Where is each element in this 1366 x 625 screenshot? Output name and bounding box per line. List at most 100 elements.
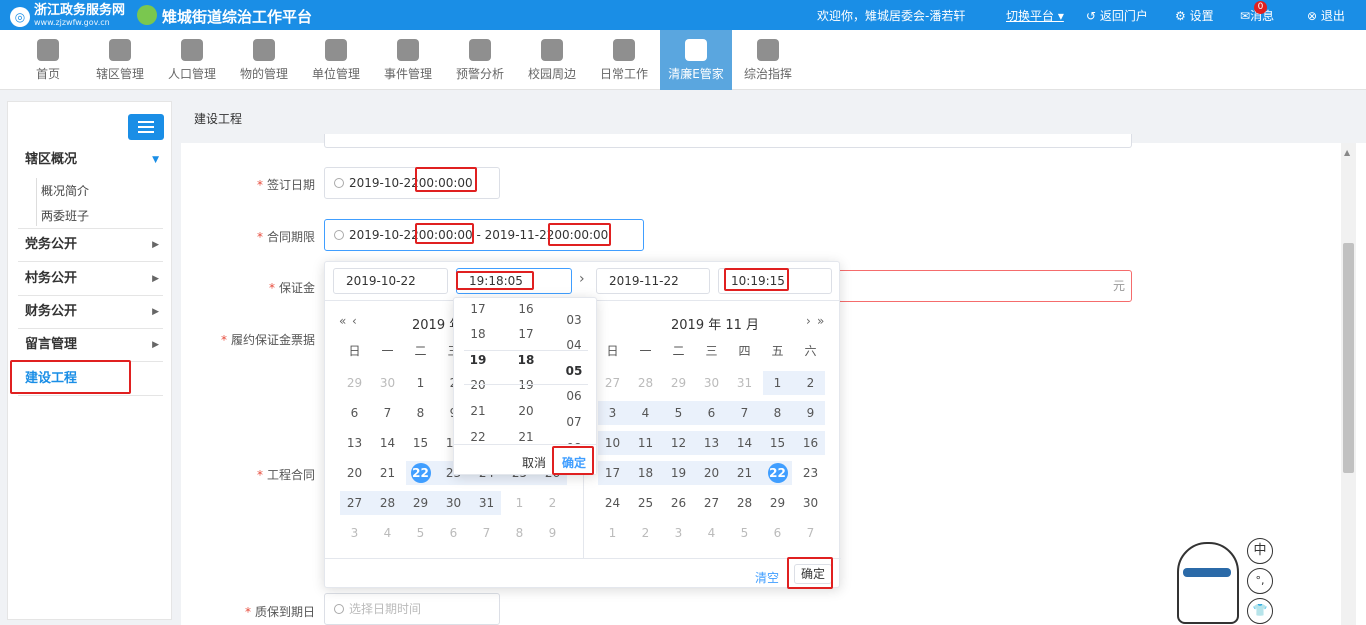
nav-item-population[interactable]: 人口管理	[156, 30, 228, 90]
calendar-day-cell[interactable]: 9	[536, 518, 569, 548]
calendar-day-cell[interactable]: 28	[629, 368, 662, 398]
calendar-day-cell[interactable]: 6	[761, 518, 794, 548]
calendar-day-cell[interactable]: 3	[596, 398, 629, 428]
calendar-day-cell[interactable]: 1	[503, 488, 536, 518]
calendar-day-cell[interactable]: 31	[470, 488, 503, 518]
sidebar-item-intro[interactable]: 概况简介	[41, 182, 89, 199]
scrollbar-thumb[interactable]	[1343, 243, 1354, 473]
time-option[interactable]: 05	[550, 364, 598, 378]
calendar-day-cell[interactable]: 27	[338, 488, 371, 518]
time-cancel-button[interactable]: 取消	[522, 454, 546, 471]
shirt-icon[interactable]: 👕	[1247, 598, 1273, 624]
nav-item-units[interactable]: 单位管理	[300, 30, 372, 90]
time-option[interactable]: 18	[502, 353, 550, 367]
time-option[interactable]: 03	[550, 313, 598, 327]
time-option[interactable]: 21	[502, 430, 550, 444]
warranty-date-input[interactable]: 选择日期时间	[324, 593, 500, 625]
calendar-day-cell[interactable]: 23	[794, 458, 827, 488]
calendar-day-cell[interactable]: 14	[371, 428, 404, 458]
nav-item-events[interactable]: 事件管理	[372, 30, 444, 90]
time-option[interactable]: 06	[550, 389, 598, 403]
nav-item-district[interactable]: 辖区管理	[84, 30, 156, 90]
sidebar-group-overview[interactable]: 辖区概况 ▼	[18, 143, 163, 177]
end-date-input[interactable]: 2019-11-22	[596, 268, 710, 294]
calendar-day-cell[interactable]: 29	[761, 488, 794, 518]
calendar-day-cell[interactable]: 31	[728, 368, 761, 398]
calendar-day-cell[interactable]: 14	[728, 428, 761, 458]
calendar-day-cell[interactable]: 1	[596, 518, 629, 548]
next-year-icon[interactable]: »	[817, 314, 824, 328]
calendar-day-cell[interactable]: 3	[338, 518, 371, 548]
calendar-day-cell[interactable]: 30	[695, 368, 728, 398]
calendar-day-cell[interactable]: 13	[695, 428, 728, 458]
prev-year-icon[interactable]: «	[339, 314, 346, 328]
calendar-day-cell[interactable]: 16	[794, 428, 827, 458]
calendar-day-cell[interactable]: 30	[437, 488, 470, 518]
calendar-day-cell[interactable]: 19	[662, 458, 695, 488]
calendar-day-cell[interactable]: 7	[470, 518, 503, 548]
calendar-day-cell[interactable]: 15	[761, 428, 794, 458]
calendar-day-cell[interactable]: 22	[404, 458, 437, 488]
next-month-icon[interactable]: ›	[806, 314, 811, 328]
time-option[interactable]: 16	[502, 302, 550, 316]
back-portal-button[interactable]: ↺ 返回门户	[1086, 7, 1148, 24]
nav-item-command[interactable]: 综治指挥	[732, 30, 804, 90]
calendar-day-cell[interactable]: 5	[404, 518, 437, 548]
calendar-day-cell[interactable]: 22	[761, 458, 794, 488]
calendar-day-cell[interactable]: 20	[338, 458, 371, 488]
calendar-day-cell[interactable]: 12	[662, 428, 695, 458]
time-option[interactable]: 07	[550, 415, 598, 429]
menu-toggle-button[interactable]	[128, 114, 164, 140]
calendar-day-cell[interactable]: 8	[761, 398, 794, 428]
mascot-widget[interactable]: 中 °, 👕	[1175, 530, 1285, 625]
sidebar-item-committee[interactable]: 两委班子	[41, 207, 89, 224]
calendar-day-cell[interactable]: 29	[662, 368, 695, 398]
site-logo[interactable]: ◎ 浙江政务服务网 www.zjzwfw.gov.cn	[10, 4, 125, 29]
calendar-day-cell[interactable]: 8	[404, 398, 437, 428]
time-option[interactable]: 21	[454, 404, 502, 418]
scroll-up-icon[interactable]: ▲	[1344, 148, 1350, 157]
calendar-day-cell[interactable]: 6	[338, 398, 371, 428]
settings-button[interactable]: ⚙ 设置	[1175, 7, 1214, 24]
calendar-day-cell[interactable]: 7	[794, 518, 827, 548]
sidebar-group-messages[interactable]: 留言管理 ▶	[18, 328, 163, 362]
calendar-day-cell[interactable]: 2	[794, 368, 827, 398]
nav-item-warning[interactable]: 预警分析	[444, 30, 516, 90]
calendar-day-cell[interactable]: 29	[338, 368, 371, 398]
calendar-day-cell[interactable]: 6	[437, 518, 470, 548]
calendar-day-cell[interactable]: 4	[371, 518, 404, 548]
clear-button[interactable]: 清空	[755, 569, 779, 586]
calendar-day-cell[interactable]: 5	[728, 518, 761, 548]
calendar-day-cell[interactable]: 28	[728, 488, 761, 518]
time-option[interactable]: 20	[454, 378, 502, 392]
calendar-day-cell[interactable]: 21	[371, 458, 404, 488]
calendar-day-cell[interactable]: 24	[596, 488, 629, 518]
calendar-day-cell[interactable]: 3	[662, 518, 695, 548]
nav-item-things[interactable]: 物的管理	[228, 30, 300, 90]
calendar-day-cell[interactable]: 2	[536, 488, 569, 518]
sidebar-group-village[interactable]: 村务公开 ▶	[18, 262, 163, 296]
calendar-day-cell[interactable]: 20	[695, 458, 728, 488]
calendar-day-cell[interactable]: 5	[662, 398, 695, 428]
calendar-day-cell[interactable]: 27	[695, 488, 728, 518]
sidebar-group-finance[interactable]: 财务公开 ▶	[18, 295, 163, 329]
prev-month-icon[interactable]: ‹	[352, 314, 357, 328]
calendar-day-cell[interactable]: 25	[629, 488, 662, 518]
calendar-day-cell[interactable]: 11	[629, 428, 662, 458]
calendar-day-cell[interactable]: 26	[662, 488, 695, 518]
language-badge[interactable]: 中	[1247, 538, 1273, 564]
calendar-day-cell[interactable]: 27	[596, 368, 629, 398]
nav-item-integrity[interactable]: 清廉E管家	[660, 30, 732, 90]
calendar-day-cell[interactable]: 29	[404, 488, 437, 518]
nav-item-campus[interactable]: 校园周边	[516, 30, 588, 90]
calendar-day-cell[interactable]: 15	[404, 428, 437, 458]
time-option[interactable]: 17	[502, 327, 550, 341]
time-option[interactable]: 19	[502, 378, 550, 392]
time-option[interactable]: 20	[502, 404, 550, 418]
calendar-day-cell[interactable]: 10	[596, 428, 629, 458]
calendar-day-cell[interactable]: 2	[629, 518, 662, 548]
start-date-input[interactable]: 2019-10-22	[333, 268, 448, 294]
calendar-day-cell[interactable]: 28	[371, 488, 404, 518]
punctuation-badge[interactable]: °,	[1247, 568, 1273, 594]
time-option[interactable]: 19	[454, 353, 502, 367]
